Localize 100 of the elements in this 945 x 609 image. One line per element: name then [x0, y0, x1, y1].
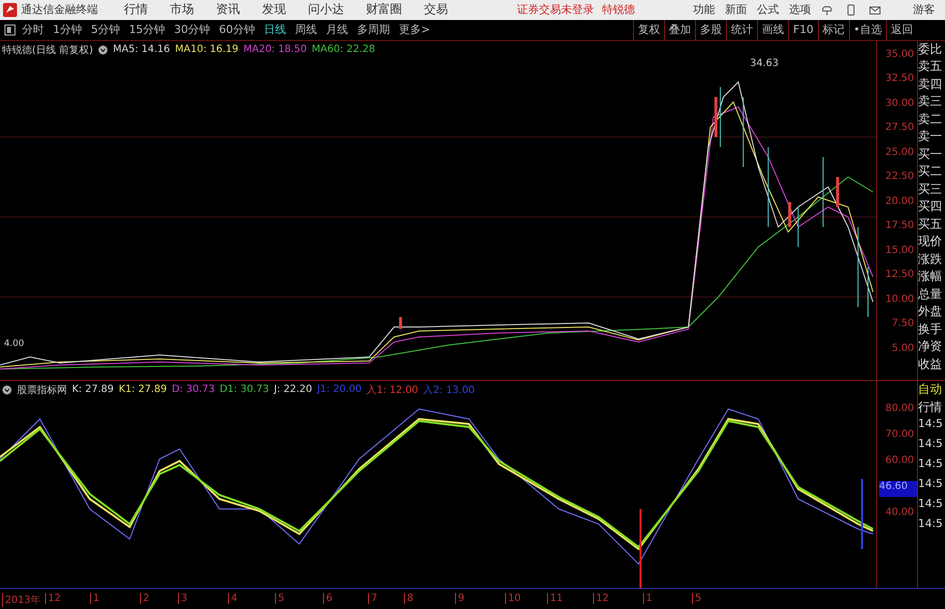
stock-name: 特锐德 [602, 2, 635, 18]
indicator-tick: 80.00 [885, 402, 915, 416]
price-tick: 32.50 [885, 73, 915, 86]
high-price-label: 34.63 [750, 58, 779, 69]
quote-label[interactable]: 总量 [918, 286, 945, 304]
legend-item: K: 27.89 [72, 384, 114, 396]
indicator-tick: 60.00 [885, 454, 915, 468]
date-tick: 1 [643, 593, 652, 604]
quote-label[interactable]: 卖二 [918, 110, 945, 128]
date-tick: 8 [404, 593, 414, 604]
period-tab[interactable]: 月线 [326, 22, 348, 38]
low-price-label: 4.00 [4, 338, 24, 349]
login-status[interactable]: 证券交易未登录 [517, 2, 594, 18]
quote-label[interactable]: 换手 [918, 320, 945, 338]
price-tick: 30.00 [885, 98, 915, 111]
quote-label[interactable]: 卖五 [918, 58, 945, 76]
dropdown-icon[interactable] [98, 44, 108, 55]
title-action[interactable]: 功能 [693, 2, 715, 18]
legend-item: MA20: 18.50 [243, 44, 307, 56]
indicator-tick: 70.00 [885, 428, 915, 442]
price-tick: 5.00 [892, 342, 915, 356]
period-tab[interactable]: 15分钟 [129, 22, 165, 38]
quote-label[interactable]: 委比 [918, 40, 945, 58]
date-tick: 2013年 [2, 593, 40, 608]
quote-label[interactable]: 卖三 [918, 93, 945, 111]
tick-panel-header[interactable]: 行情 [918, 398, 945, 417]
price-tick: 15.00 [885, 244, 915, 258]
tick-time: 14:5 [918, 416, 944, 432]
period-tab[interactable]: 60分钟 [219, 22, 255, 38]
legend-item: 入2: 13.00 [423, 384, 475, 397]
quote-label[interactable]: 收益 [918, 356, 945, 374]
menu-item[interactable]: 问小达 [308, 1, 344, 18]
menu-item[interactable]: 发现 [262, 1, 286, 18]
menu-item[interactable]: 交易 [424, 1, 448, 18]
price-tick: 20.00 [885, 196, 915, 209]
price-tick: 10.00 [885, 294, 915, 307]
chart-caption: 特锐德(日线 前复权) [2, 44, 93, 57]
date-tick: 5 [275, 593, 284, 604]
mail-icon[interactable] [869, 4, 881, 16]
quote-label[interactable]: 现价 [918, 233, 945, 251]
date-tick: 9 [455, 593, 464, 604]
period-tab[interactable]: 周线 [295, 22, 317, 38]
current-value-label: 46.60 [879, 480, 917, 497]
title-action[interactable]: 选项 [789, 2, 811, 18]
price-tick: 27.50 [885, 122, 915, 136]
period-tab[interactable]: 5分钟 [91, 22, 120, 38]
date-tick: 12 [45, 593, 61, 604]
date-tick: 3 [178, 593, 188, 604]
legend-item: D1: 30.73 [220, 384, 269, 396]
legend-item: J1: 20.00 [317, 384, 362, 396]
menu-item[interactable]: 财富圈 [366, 1, 402, 18]
title-action[interactable]: 新面 [725, 2, 747, 18]
quote-label[interactable]: 买四 [918, 198, 945, 216]
period-tab[interactable]: 分时 [22, 22, 44, 38]
menu-item[interactable]: 资讯 [216, 1, 240, 18]
legend-item: D: 30.73 [172, 384, 215, 396]
tick-time: 14:5 [918, 476, 944, 492]
quote-label[interactable]: 净资 [918, 338, 945, 356]
quote-label[interactable]: 卖四 [918, 76, 945, 94]
panel-toggle-icon[interactable] [4, 24, 16, 36]
quote-label[interactable]: 买二 [918, 163, 945, 181]
menu-item[interactable]: 行情 [124, 1, 148, 18]
date-tick: 10 [505, 593, 521, 604]
date-tick: 12 [593, 593, 609, 604]
quote-label[interactable]: 买五 [918, 216, 945, 234]
phone-icon[interactable] [845, 4, 857, 16]
date-tick: 4 [228, 593, 238, 604]
indicator-caption: 股票指标网 [17, 384, 67, 397]
period-tab[interactable]: 更多> [399, 22, 430, 38]
app-logo-icon [3, 2, 17, 17]
quote-label[interactable]: 买一 [918, 146, 945, 164]
app-name: 通达信金融终端 [21, 2, 98, 18]
dropdown-icon[interactable] [2, 384, 12, 395]
menu-item[interactable]: 市场 [170, 1, 194, 18]
price-tick: 12.50 [885, 269, 915, 282]
quote-label[interactable]: 卖一 [918, 128, 945, 146]
price-tick: 7.50 [892, 318, 915, 332]
legend-item: MA5: 14.16 [112, 44, 170, 56]
title-action[interactable]: 公式 [757, 2, 779, 18]
tick-panel-header[interactable]: 自动 [918, 380, 945, 399]
tick-time: 14:5 [918, 496, 944, 512]
tick-time: 14:5 [918, 436, 944, 452]
date-tick: 2 [140, 593, 150, 604]
legend-item: K1: 27.89 [118, 384, 167, 396]
price-tick: 25.00 [885, 146, 915, 160]
quote-label[interactable]: 涨幅 [918, 268, 945, 286]
period-tab[interactable]: 日线 [264, 22, 286, 38]
tick-time: 14:5 [918, 516, 944, 532]
quote-label[interactable]: 买三 [918, 180, 945, 198]
period-tab[interactable]: 1分钟 [53, 22, 82, 38]
date-tick: 7 [368, 593, 378, 604]
user-label[interactable]: 游客 [913, 2, 935, 18]
date-tick: 11 [547, 593, 563, 604]
quote-label[interactable]: 涨跌 [918, 250, 945, 268]
date-tick: 1 [90, 593, 100, 604]
period-tab[interactable]: 30分钟 [174, 22, 210, 38]
quote-label[interactable]: 外盘 [918, 303, 945, 321]
period-tab[interactable]: 多周期 [357, 22, 390, 38]
tick-time: 14:5 [918, 456, 944, 472]
date-tick: 6 [323, 593, 332, 604]
